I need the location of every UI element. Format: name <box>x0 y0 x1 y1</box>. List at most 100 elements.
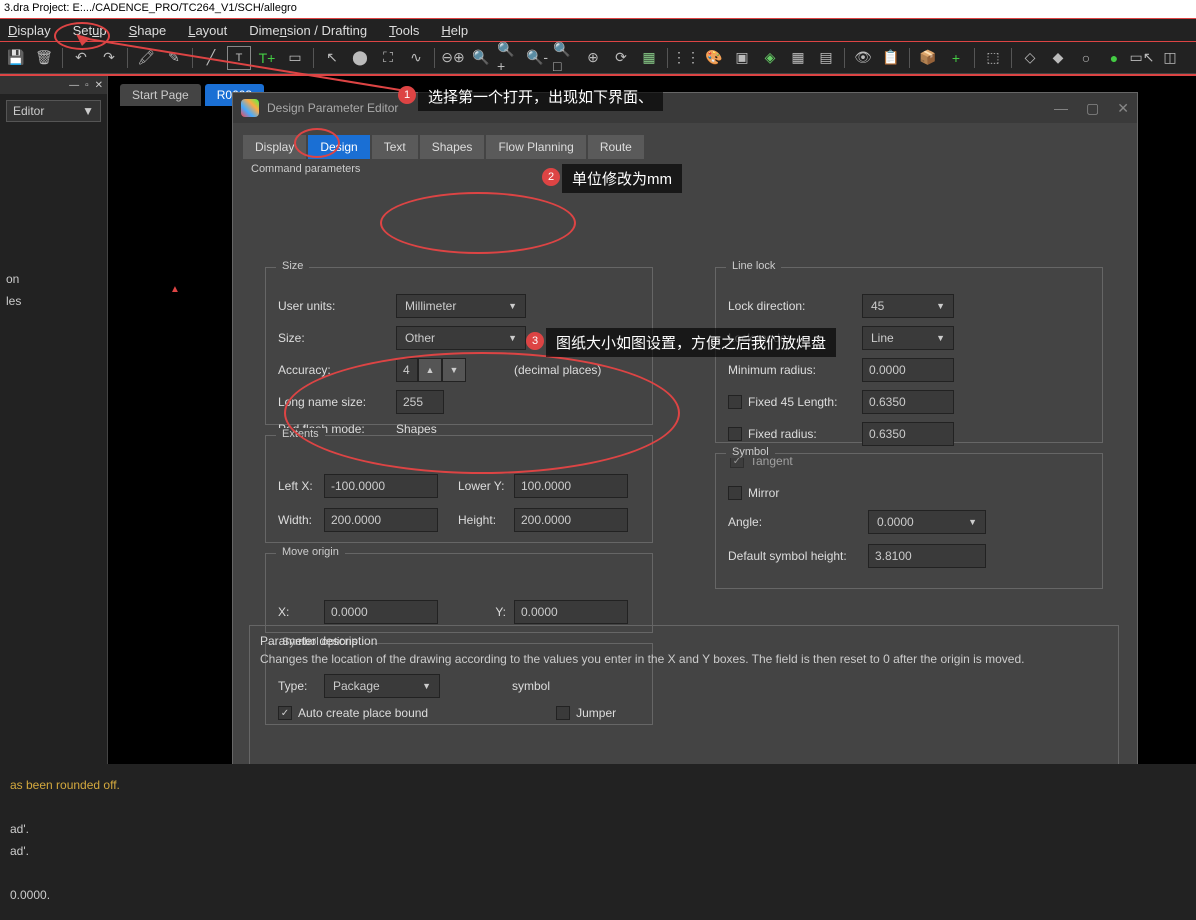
grid-icon[interactable]: ⋮⋮ <box>674 46 698 70</box>
circlefill-icon[interactable]: ● <box>1102 46 1126 70</box>
dialog-tabs: Display Design Text Shapes Flow Planning… <box>233 123 1137 159</box>
section-symbol: Symbol <box>726 446 775 458</box>
refresh-icon[interactable]: ⟳ <box>609 46 633 70</box>
canvas[interactable]: ▲ <box>120 106 230 762</box>
menu-help[interactable]: Help <box>441 23 468 38</box>
log-line-4: 0.0000. <box>10 884 1186 906</box>
select-icon[interactable]: ▭↖ <box>1130 46 1154 70</box>
text-add-icon[interactable]: T+ <box>255 46 279 70</box>
frad-checkbox[interactable] <box>728 427 742 441</box>
y-input[interactable] <box>514 600 628 624</box>
width-input[interactable] <box>324 508 438 532</box>
lowy-input[interactable] <box>514 474 628 498</box>
panel-item-on[interactable]: on <box>0 268 107 290</box>
add-icon[interactable]: + <box>944 46 968 70</box>
color-icon[interactable]: 🎨 <box>702 46 726 70</box>
accuracy-up[interactable]: ▲ <box>418 358 442 382</box>
table-icon[interactable]: ▦ <box>786 46 810 70</box>
menu-display[interactable]: Display <box>8 23 51 38</box>
paramdesc-title: Parameter description <box>260 634 1108 648</box>
leftx-input[interactable] <box>324 474 438 498</box>
menu-setup[interactable]: Setup <box>73 23 107 38</box>
x-label: X: <box>278 605 324 619</box>
size-combo[interactable]: Other <box>396 326 526 350</box>
f45-checkbox[interactable] <box>728 395 742 409</box>
close-icon[interactable]: ✕ <box>1117 100 1129 117</box>
box-icon[interactable]: 📦 <box>916 46 940 70</box>
line-icon[interactable]: ╱ <box>199 46 223 70</box>
eye-icon[interactable]: 👁 <box>851 46 875 70</box>
annotation-3: 图纸大小如图设置，方便之后我们放焊盘 <box>546 328 836 357</box>
mirror-checkbox[interactable] <box>728 486 742 500</box>
accuracy-down[interactable]: ▼ <box>442 358 466 382</box>
lockmode-combo[interactable]: Line <box>862 326 954 350</box>
tab-route[interactable]: Route <box>588 135 644 159</box>
undo-icon[interactable]: ↶ <box>69 46 93 70</box>
stack-icon[interactable]: ◈ <box>758 46 782 70</box>
title-bar: 3.dra Project: E:.../CADENCE_PRO/TC264_V… <box>0 0 1196 18</box>
layers-icon[interactable]: ▣ <box>730 46 754 70</box>
brush-icon[interactable]: ⬤ <box>348 46 372 70</box>
maximize-icon[interactable]: ▢ <box>1086 100 1099 117</box>
menu-tools[interactable]: Tools <box>389 23 419 38</box>
shape-icon[interactable]: ▭ <box>283 46 307 70</box>
height-input[interactable] <box>514 508 628 532</box>
dialog-title: Design Parameter Editor <box>267 101 398 115</box>
tab-text[interactable]: Text <box>372 135 418 159</box>
tab-flow[interactable]: Flow Planning <box>486 135 585 159</box>
size-label: Size: <box>278 331 396 345</box>
x-input[interactable] <box>324 600 438 624</box>
edit-icon[interactable]: ◫ <box>1158 46 1182 70</box>
menu-bar: Display Setup Shape Layout Dimension / D… <box>0 18 1196 42</box>
menu-shape[interactable]: Shape <box>129 23 167 38</box>
tool-icon[interactable]: ∿ <box>404 46 428 70</box>
angle-combo[interactable]: 0.0000 <box>868 510 986 534</box>
lockdir-combo[interactable]: 45 <box>862 294 954 318</box>
shape1-icon[interactable]: ◇ <box>1018 46 1042 70</box>
origin-marker: ▲ <box>170 284 180 295</box>
zoomfit-icon[interactable]: 🔍□ <box>553 46 577 70</box>
f45-input[interactable] <box>862 390 954 414</box>
text-icon[interactable]: T <box>227 46 251 70</box>
target-icon[interactable]: ⊕ <box>581 46 605 70</box>
zoomreset-icon[interactable]: ⊖⊕ <box>441 46 465 70</box>
dialog-icon <box>241 99 259 117</box>
userunits-combo[interactable]: Millimeter <box>396 294 526 318</box>
trash-icon[interactable]: 🗑 <box>32 46 56 70</box>
menu-dimension[interactable]: Dimension / Drafting <box>249 23 367 38</box>
userunits-label: User units: <box>278 299 396 313</box>
highlight-icon[interactable]: 🖍 <box>134 46 158 70</box>
frad-input[interactable] <box>862 422 954 446</box>
align-icon[interactable]: ⬚ <box>981 46 1005 70</box>
accuracy-label: Accuracy: <box>278 363 396 377</box>
save-icon[interactable]: 💾 <box>4 46 28 70</box>
longname-input[interactable] <box>396 390 444 414</box>
annotation-1: 选择第一个打开，出现如下界面、 <box>418 82 663 111</box>
tab-shapes[interactable]: Shapes <box>420 135 485 159</box>
left-panel: —▫✕ Editor▼ on les <box>0 76 108 764</box>
annotation-2: 单位修改为mm <box>562 164 682 193</box>
cursor-icon[interactable]: ↖ <box>320 46 344 70</box>
circle-icon[interactable]: ○ <box>1074 46 1098 70</box>
crop-icon[interactable]: ⛶ <box>376 46 400 70</box>
redo-icon[interactable]: ↷ <box>97 46 121 70</box>
zoomout-icon[interactable]: 🔍- <box>525 46 549 70</box>
defheight-input[interactable] <box>868 544 986 568</box>
accuracy-input[interactable] <box>396 358 418 382</box>
panel-controls[interactable]: —▫✕ <box>0 76 107 94</box>
tab-startpage[interactable]: Start Page <box>120 84 201 106</box>
tab-display[interactable]: Display <box>243 135 306 159</box>
tab-design[interactable]: Design <box>308 135 369 159</box>
minrad-input[interactable] <box>862 358 954 382</box>
draw-icon[interactable]: ✎ <box>162 46 186 70</box>
zoom-icon[interactable]: 🔍 <box>469 46 493 70</box>
shape2-icon[interactable]: ◆ <box>1046 46 1070 70</box>
panel-item-les[interactable]: les <box>0 290 107 312</box>
zoomin-icon[interactable]: 🔍+ <box>497 46 521 70</box>
minimize-icon[interactable]: — <box>1054 100 1068 117</box>
chip-icon[interactable]: ▦ <box>637 46 661 70</box>
menu-layout[interactable]: Layout <box>188 23 227 38</box>
editor-dropdown[interactable]: Editor▼ <box>6 100 101 122</box>
matrix-icon[interactable]: ▤ <box>814 46 838 70</box>
copy-icon[interactable]: 📋 <box>879 46 903 70</box>
